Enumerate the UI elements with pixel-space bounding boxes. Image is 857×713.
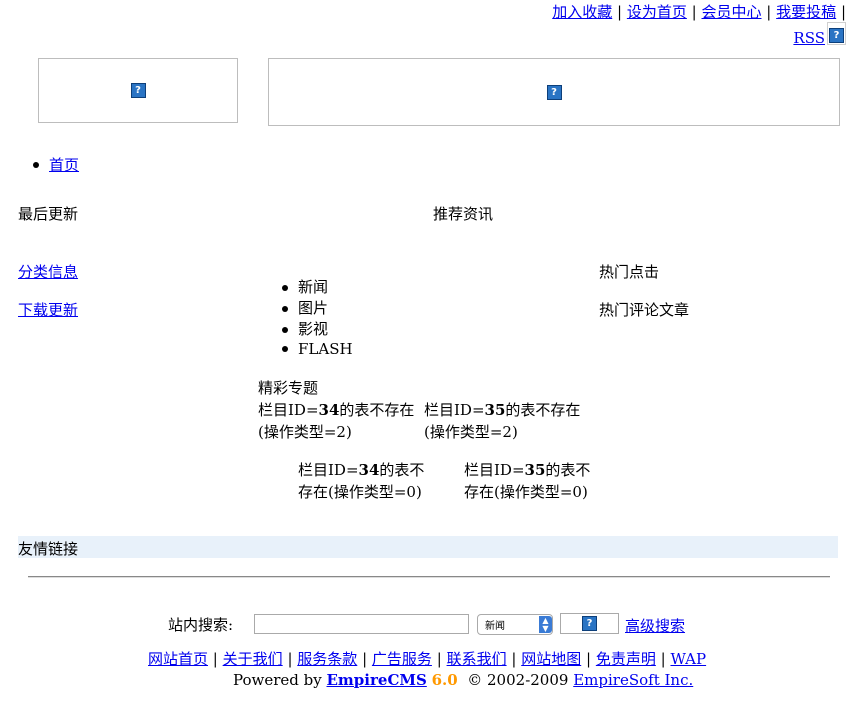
list-item: 影视 bbox=[282, 319, 353, 340]
error-text: 栏目ID= bbox=[424, 401, 485, 419]
broken-image-icon: ? bbox=[130, 83, 146, 98]
member-center-link[interactable]: 会员中心 bbox=[702, 3, 762, 21]
powered-by: Powered by EmpireCMS 6.0 © 2002-2009 Emp… bbox=[233, 671, 693, 689]
separator: | bbox=[691, 3, 697, 21]
search-label: 站内搜索: bbox=[168, 616, 234, 634]
separator: | bbox=[362, 650, 368, 668]
version-label: 6.0 bbox=[431, 671, 458, 689]
error-op: (操作类型=2) bbox=[258, 423, 352, 441]
copyright-text: © 2002-2009 bbox=[467, 671, 569, 689]
footer-link-wap[interactable]: WAP bbox=[670, 650, 706, 668]
footer-links: 网站首页 | 关于我们 | 服务条款 | 广告服务 | 联系我们 | 网站地图 … bbox=[148, 648, 706, 669]
error-text: 栏目ID= bbox=[258, 401, 319, 419]
broken-image-icon: ? bbox=[582, 616, 597, 631]
friend-links-heading: 友情链接 bbox=[18, 540, 79, 558]
powered-prefix: Powered by bbox=[233, 671, 327, 689]
footer-link-ads[interactable]: 广告服务 bbox=[372, 650, 432, 668]
separator: | bbox=[660, 650, 666, 668]
error-op: (操作类型=2) bbox=[424, 423, 518, 441]
separator: | bbox=[287, 650, 293, 668]
top-links-bar: 加入收藏 | 设为首页 | 会员中心 | 我要投稿 | bbox=[552, 3, 846, 21]
footer-link-disclaimer[interactable]: 免责声明 bbox=[596, 650, 656, 668]
separator: | bbox=[840, 3, 846, 21]
empirecms-link[interactable]: EmpireCMS bbox=[327, 671, 427, 689]
rss-link[interactable]: RSS bbox=[793, 29, 825, 47]
rss-broken-image-icon[interactable]: ? bbox=[827, 22, 846, 45]
footer-link-sitemap[interactable]: 网站地图 bbox=[521, 650, 581, 668]
nav-item-home: 首页 bbox=[32, 154, 79, 175]
divider bbox=[28, 576, 830, 578]
error-id: 35 bbox=[484, 401, 506, 419]
footer-link-home[interactable]: 网站首页 bbox=[148, 650, 208, 668]
footer-link-terms[interactable]: 服务条款 bbox=[297, 650, 357, 668]
error-id: 34 bbox=[358, 461, 380, 479]
error-text: 的表不 bbox=[379, 461, 425, 479]
error-id: 35 bbox=[524, 461, 546, 479]
search-button[interactable]: ? bbox=[560, 613, 619, 634]
chevron-updown-icon: ▲ ▼ bbox=[539, 616, 552, 633]
error-text: 的表不存在 bbox=[339, 401, 415, 419]
error-message: 栏目ID=35的表不 存在(操作类型=0) bbox=[464, 459, 590, 503]
hot-clicks-heading: 热门点击 bbox=[599, 263, 660, 281]
latest-updates-heading: 最后更新 bbox=[18, 205, 79, 223]
ad-banner: ? bbox=[268, 58, 840, 126]
classified-info-link[interactable]: 分类信息 bbox=[18, 261, 78, 282]
hot-comments-heading: 热门评论文章 bbox=[599, 301, 690, 319]
advanced-search-link[interactable]: 高级搜索 bbox=[625, 615, 685, 636]
error-id: 34 bbox=[318, 401, 340, 419]
error-text: 的表不存在 bbox=[505, 401, 581, 419]
broken-image-icon: ? bbox=[546, 84, 562, 100]
error-message: 栏目ID=34的表不存在 (操作类型=2) bbox=[258, 399, 414, 443]
recommended-heading: 推荐资讯 bbox=[433, 205, 494, 223]
search-category-select[interactable]: 新闻 ▲ ▼ bbox=[477, 614, 553, 635]
separator: | bbox=[617, 3, 623, 21]
error-op: 存在(操作类型=0) bbox=[298, 483, 422, 501]
special-topics-heading: 精彩专题 bbox=[258, 379, 319, 397]
logo-banner: ? bbox=[38, 58, 238, 123]
footer-link-about[interactable]: 关于我们 bbox=[223, 650, 283, 668]
separator: | bbox=[766, 3, 772, 21]
error-text: 栏目ID= bbox=[464, 461, 525, 479]
separator: | bbox=[586, 650, 592, 668]
nav-menu: 首页 bbox=[32, 154, 79, 175]
downloads-link[interactable]: 下载更新 bbox=[18, 299, 78, 320]
home-link[interactable]: 首页 bbox=[49, 156, 79, 174]
separator: | bbox=[212, 650, 218, 668]
separator: | bbox=[511, 650, 517, 668]
footer-link-contact[interactable]: 联系我们 bbox=[447, 650, 507, 668]
error-text: 的表不 bbox=[545, 461, 591, 479]
error-op: 存在(操作类型=0) bbox=[464, 483, 588, 501]
select-value: 新闻 bbox=[485, 621, 505, 632]
submit-article-link[interactable]: 我要投稿 bbox=[776, 3, 836, 21]
error-message: 栏目ID=35的表不存在 (操作类型=2) bbox=[424, 399, 580, 443]
add-favorite-link[interactable]: 加入收藏 bbox=[552, 3, 612, 21]
list-item: FLASH bbox=[282, 340, 353, 358]
list-item: 图片 bbox=[282, 298, 353, 319]
rss-area: RSS ? bbox=[793, 22, 846, 47]
empiresoft-link[interactable]: EmpireSoft Inc. bbox=[573, 671, 693, 689]
search-input[interactable] bbox=[254, 614, 469, 634]
category-list: 新闻 图片 影视 FLASH bbox=[282, 277, 353, 358]
error-text: 栏目ID= bbox=[298, 461, 359, 479]
separator: | bbox=[436, 650, 442, 668]
error-message: 栏目ID=34的表不 存在(操作类型=0) bbox=[298, 459, 424, 503]
friend-links-bar: 友情链接 bbox=[18, 536, 838, 558]
list-item: 新闻 bbox=[282, 277, 353, 298]
set-homepage-link[interactable]: 设为首页 bbox=[627, 3, 687, 21]
